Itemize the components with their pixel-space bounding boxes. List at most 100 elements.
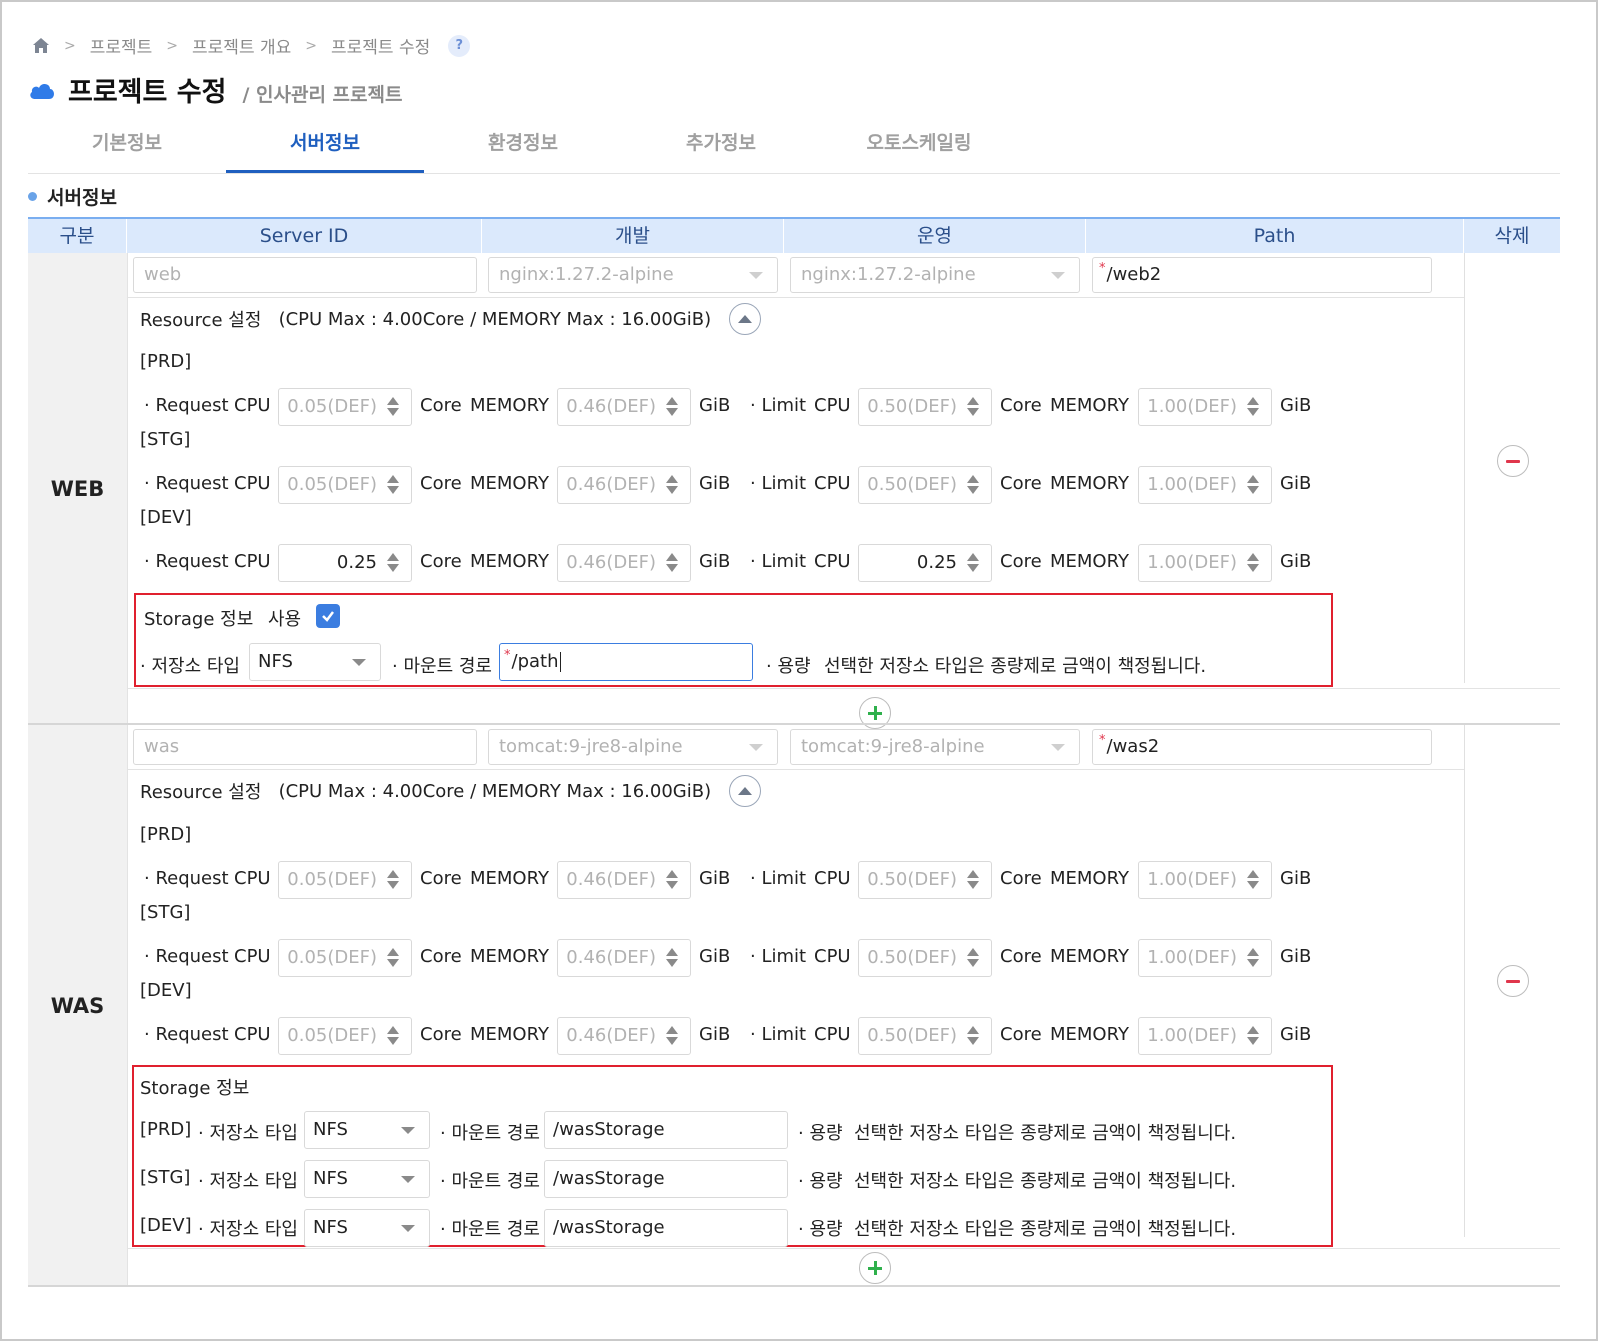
dev-image-select[interactable]: tomcat:9-jre8-alpine xyxy=(488,729,778,765)
request-memory-stepper[interactable]: 0.46(DEF) xyxy=(557,939,691,977)
collapse-up-icon[interactable] xyxy=(729,303,762,335)
limit-memory-stepper[interactable]: 1.00(DEF) xyxy=(1138,1017,1272,1055)
limit-memory-stepper[interactable]: 1.00(DEF) xyxy=(1138,939,1272,977)
dev-image-select[interactable]: nginx:1.27.2-alpine xyxy=(488,257,778,293)
tab-env-info[interactable]: 환경정보 xyxy=(424,118,622,173)
spinner-arrows-icon[interactable] xyxy=(1247,397,1259,417)
spinner-arrows-icon[interactable] xyxy=(967,475,979,495)
limit-memory-stepper[interactable]: 1.00(DEF) xyxy=(1138,388,1272,426)
spinner-arrows-icon[interactable] xyxy=(1247,870,1259,890)
cloud-icon xyxy=(30,83,54,99)
request-cpu-stepper[interactable]: 0.05(DEF) xyxy=(278,1017,412,1055)
breadcrumb-item-overview[interactable]: 프로젝트 개요 xyxy=(192,33,291,58)
limit-cpu-stepper[interactable]: 0.50(DEF) xyxy=(858,1017,992,1055)
limit-memory-stepper[interactable]: 1.00(DEF) xyxy=(1138,466,1272,504)
request-memory-stepper[interactable]: 0.46(DEF) xyxy=(557,861,691,899)
tab-autoscaling[interactable]: 오토스케일링 xyxy=(820,118,1018,173)
spinner-arrows-icon[interactable] xyxy=(387,397,399,417)
delete-cell xyxy=(1464,725,1560,1237)
spinner-arrows-icon[interactable] xyxy=(1247,553,1259,573)
prod-image-select[interactable]: tomcat:9-jre8-alpine xyxy=(790,729,1080,765)
server-id-input[interactable]: was xyxy=(133,729,477,765)
spinner-arrows-icon[interactable] xyxy=(666,870,678,890)
col-header-path: Path xyxy=(1086,219,1464,253)
tab-server-info[interactable]: 서버정보 xyxy=(226,118,424,173)
minus-circle-icon[interactable] xyxy=(1497,445,1529,477)
mount-path-input[interactable]: /wasStorage xyxy=(544,1209,788,1247)
col-header-prod: 운영 xyxy=(784,219,1086,253)
request-cpu-stepper[interactable]: 0.25 xyxy=(278,544,412,582)
spinner-arrows-icon[interactable] xyxy=(967,948,979,968)
group-label-web: WEB xyxy=(28,253,127,725)
limit-cpu-stepper[interactable]: 0.25 xyxy=(858,544,992,582)
spinner-arrows-icon[interactable] xyxy=(387,1026,399,1046)
request-cpu-stepper[interactable]: 0.05(DEF) xyxy=(278,939,412,977)
limit-cpu-stepper[interactable]: 0.50(DEF) xyxy=(858,861,992,899)
col-header-delete: 삭제 xyxy=(1494,225,1530,247)
spinner-arrows-icon[interactable] xyxy=(967,553,979,573)
mount-path-input[interactable]: /wasStorage xyxy=(544,1111,788,1149)
home-icon[interactable] xyxy=(32,37,50,54)
request-cpu-stepper[interactable]: 0.05(DEF) xyxy=(278,388,412,426)
request-memory-stepper[interactable]: 0.46(DEF) xyxy=(557,544,691,582)
request-cpu-stepper[interactable]: 0.05(DEF) xyxy=(278,861,412,899)
storage-type-select[interactable]: NFS xyxy=(304,1209,430,1247)
plus-circle-icon[interactable] xyxy=(859,1252,891,1284)
spinner-arrows-icon[interactable] xyxy=(666,1026,678,1046)
checkbox-checked-icon[interactable] xyxy=(316,604,340,628)
required-mark: * xyxy=(1099,733,1106,748)
required-mark: * xyxy=(504,648,511,663)
spinner-arrows-icon[interactable] xyxy=(387,475,399,495)
spinner-arrows-icon[interactable] xyxy=(666,475,678,495)
request-memory-stepper[interactable]: 0.46(DEF) xyxy=(557,466,691,504)
chevron-right-icon: > xyxy=(305,37,318,54)
group-label-was: WAS xyxy=(28,725,127,1287)
spinner-arrows-icon[interactable] xyxy=(1247,475,1259,495)
dropdown-caret-icon xyxy=(749,272,763,279)
spinner-arrows-icon[interactable] xyxy=(666,553,678,573)
storage-settings-box: Storage 정보 사용 · 저장소 타입 NFS · 마운트 경로 */pa… xyxy=(134,593,1333,687)
required-mark: * xyxy=(1099,261,1106,276)
prod-image-select[interactable]: nginx:1.27.2-alpine xyxy=(790,257,1080,293)
limit-memory-stepper[interactable]: 1.00(DEF) xyxy=(1138,544,1272,582)
spinner-arrows-icon[interactable] xyxy=(387,870,399,890)
request-memory-stepper[interactable]: 0.46(DEF) xyxy=(557,1017,691,1055)
bullet-dot-icon xyxy=(28,192,37,201)
minus-circle-icon[interactable] xyxy=(1497,965,1529,997)
breadcrumb-item-project[interactable]: 프로젝트 xyxy=(90,33,153,58)
limit-cpu-stepper[interactable]: 0.50(DEF) xyxy=(858,466,992,504)
mount-path-input[interactable]: */path xyxy=(499,643,753,681)
storage-type-select[interactable]: NFS xyxy=(249,643,381,681)
path-input[interactable]: */was2 xyxy=(1092,729,1432,765)
tab-basic-info[interactable]: 기본정보 xyxy=(28,118,226,173)
storage-type-select[interactable]: NFS xyxy=(304,1111,430,1149)
env-label-prd: [PRD] xyxy=(140,824,192,845)
path-input[interactable]: */web2 xyxy=(1092,257,1432,293)
request-memory-stepper[interactable]: 0.46(DEF) xyxy=(557,388,691,426)
resource-row-prd: · Request CPU 0.05(DEF) Core MEMORY 0.46… xyxy=(140,861,1340,899)
collapse-up-icon[interactable] xyxy=(729,775,762,807)
request-cpu-stepper[interactable]: 0.05(DEF) xyxy=(278,466,412,504)
spinner-arrows-icon[interactable] xyxy=(967,1026,979,1046)
delete-cell xyxy=(1464,253,1560,683)
resource-settings-title: Resource 설정 (CPU Max : 4.00Core / MEMORY… xyxy=(140,303,762,335)
spinner-arrows-icon[interactable] xyxy=(666,948,678,968)
spinner-arrows-icon[interactable] xyxy=(967,397,979,417)
help-icon[interactable]: ? xyxy=(448,34,471,57)
limit-memory-stepper[interactable]: 1.00(DEF) xyxy=(1138,861,1272,899)
spinner-arrows-icon[interactable] xyxy=(1247,948,1259,968)
storage-type-select[interactable]: NFS xyxy=(304,1160,430,1198)
spinner-arrows-icon[interactable] xyxy=(387,948,399,968)
tab-extra-info[interactable]: 추가정보 xyxy=(622,118,820,173)
spinner-arrows-icon[interactable] xyxy=(1247,1026,1259,1046)
spinner-arrows-icon[interactable] xyxy=(967,870,979,890)
mount-path-input[interactable]: /wasStorage xyxy=(544,1160,788,1198)
table-header: 구분 Server ID 개발 운영 Path 삭제 xyxy=(28,217,1560,253)
page-header: 프로젝트 수정 / 인사관리 프로젝트 xyxy=(28,70,402,109)
limit-cpu-stepper[interactable]: 0.50(DEF) xyxy=(858,939,992,977)
spinner-arrows-icon[interactable] xyxy=(387,553,399,573)
limit-cpu-stepper[interactable]: 0.50(DEF) xyxy=(858,388,992,426)
spinner-arrows-icon[interactable] xyxy=(666,397,678,417)
env-label-prd: [PRD] xyxy=(140,351,192,372)
server-id-input[interactable]: web xyxy=(133,257,477,293)
